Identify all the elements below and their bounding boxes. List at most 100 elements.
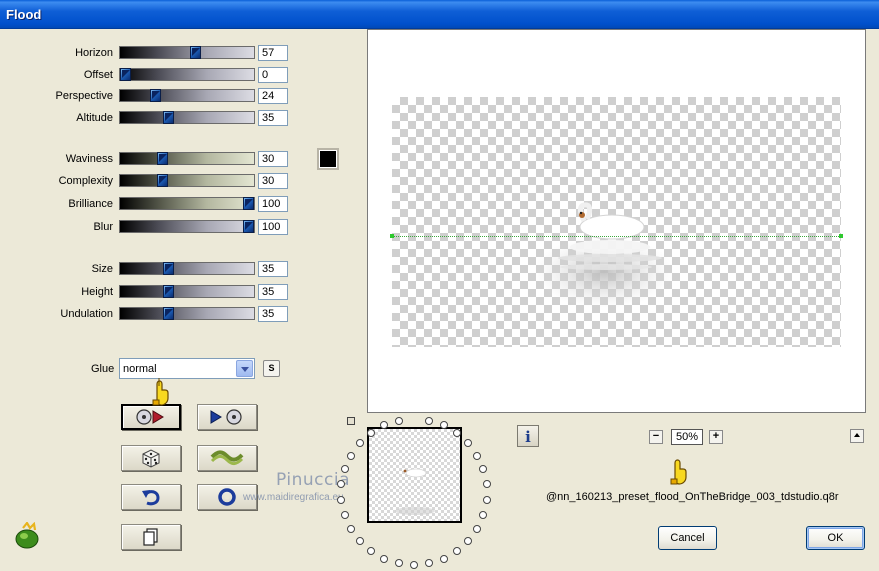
- brilliance-value-field[interactable]: 100: [258, 196, 288, 212]
- size-slider[interactable]: [119, 262, 255, 275]
- altitude-label: Altitude: [76, 112, 113, 124]
- minus-icon: −: [652, 430, 660, 442]
- dial-dot[interactable]: [355, 536, 364, 545]
- seed-button[interactable]: S: [263, 360, 280, 377]
- randomize-button[interactable]: [121, 445, 181, 471]
- dial-dot[interactable]: [355, 439, 364, 448]
- dial-dot[interactable]: [464, 536, 473, 545]
- dial-dot[interactable]: [394, 416, 403, 425]
- brilliance-slider-thumb[interactable]: [243, 197, 254, 210]
- waviness-slider-thumb[interactable]: [157, 152, 168, 165]
- navigator-handle[interactable]: [347, 417, 355, 425]
- horizon-line[interactable]: [392, 236, 841, 237]
- height-value-field[interactable]: 35: [258, 284, 288, 300]
- perspective-label: Perspective: [55, 90, 113, 102]
- dial-dot[interactable]: [425, 559, 434, 568]
- perspective-slider[interactable]: [119, 89, 255, 102]
- dial-dot[interactable]: [337, 495, 346, 504]
- offset-value-field[interactable]: 0: [258, 67, 288, 83]
- dice-icon: [142, 449, 160, 468]
- horizon-value-field[interactable]: 57: [258, 45, 288, 61]
- window-title: Flood: [6, 7, 42, 22]
- blur-slider-thumb[interactable]: [243, 220, 254, 233]
- dial-dot[interactable]: [394, 559, 403, 568]
- reset-button[interactable]: [121, 484, 181, 510]
- dial-dot[interactable]: [346, 451, 355, 460]
- size-value-field[interactable]: 35: [258, 261, 288, 277]
- dial-dot[interactable]: [346, 524, 355, 533]
- dial-dot[interactable]: [479, 510, 488, 519]
- size-slider-thumb[interactable]: [163, 262, 174, 275]
- horizon-label: Horizon: [75, 47, 113, 59]
- watermark-url: www.maidiregrafica.eu: [243, 492, 344, 503]
- horizon-slider-thumb[interactable]: [190, 46, 201, 59]
- dial-dot[interactable]: [380, 554, 389, 563]
- info-button[interactable]: i: [517, 425, 539, 447]
- zoom-level: 50%: [671, 429, 703, 445]
- blur-value-field[interactable]: 100: [258, 219, 288, 235]
- waviness-label: Waviness: [65, 153, 113, 165]
- zoom-in-button[interactable]: +: [709, 430, 723, 444]
- height-slider[interactable]: [119, 285, 255, 298]
- height-label: Height: [81, 286, 113, 298]
- altitude-slider[interactable]: [119, 111, 255, 124]
- preset-forward-button[interactable]: [197, 404, 257, 430]
- dial-dot[interactable]: [410, 561, 418, 569]
- waviness-slider[interactable]: [119, 152, 255, 165]
- altitude-slider-thumb[interactable]: [163, 111, 174, 124]
- dial-dot[interactable]: [367, 547, 376, 556]
- title-bar[interactable]: Flood: [0, 0, 879, 29]
- dialog-body: Horizon 57 Offset 0 Perspective 24 Altitude 35 W…: [0, 29, 879, 571]
- complexity-slider[interactable]: [119, 174, 255, 187]
- dial-dot[interactable]: [439, 421, 448, 430]
- dial-dot[interactable]: [452, 547, 461, 556]
- brilliance-slider[interactable]: [119, 197, 255, 210]
- color-swatch[interactable]: [317, 148, 339, 170]
- altitude-value-field[interactable]: 35: [258, 110, 288, 126]
- dial-dot[interactable]: [340, 510, 349, 519]
- collapse-button[interactable]: [850, 429, 864, 443]
- offset-slider[interactable]: [119, 68, 255, 81]
- undulation-slider[interactable]: [119, 307, 255, 320]
- wave-button[interactable]: [197, 445, 257, 471]
- undulation-slider-thumb[interactable]: [163, 307, 174, 320]
- undo-arrow-icon: [142, 490, 160, 506]
- horizon-slider[interactable]: [119, 46, 255, 59]
- horizon-handle-right[interactable]: [839, 234, 843, 238]
- pointing-hand-icon: [152, 378, 169, 406]
- dial-dot[interactable]: [479, 465, 488, 474]
- complexity-slider-thumb[interactable]: [157, 174, 168, 187]
- undulation-value-field[interactable]: 35: [258, 306, 288, 322]
- dial-dot[interactable]: [439, 554, 448, 563]
- dial-dot[interactable]: [452, 428, 461, 437]
- main-preview[interactable]: [367, 29, 866, 413]
- complexity-label: Complexity: [58, 175, 113, 187]
- swan-thumbnail: [395, 468, 435, 515]
- dial-dot[interactable]: [473, 524, 482, 533]
- dial-dot[interactable]: [473, 451, 482, 460]
- app-logo-icon: [15, 522, 39, 549]
- copy-button[interactable]: [121, 524, 181, 550]
- chevron-down-icon[interactable]: [236, 360, 253, 377]
- dial-dot[interactable]: [367, 428, 376, 437]
- dial-dot[interactable]: [425, 416, 434, 425]
- complexity-value-field[interactable]: 30: [258, 173, 288, 189]
- blur-slider[interactable]: [119, 220, 255, 233]
- dial-dot[interactable]: [482, 480, 491, 489]
- offset-slider-thumb[interactable]: [120, 68, 131, 81]
- dial-dot[interactable]: [482, 495, 491, 504]
- zoom-out-button[interactable]: −: [649, 430, 663, 444]
- perspective-value-field[interactable]: 24: [258, 88, 288, 104]
- height-slider-thumb[interactable]: [163, 285, 174, 298]
- navigator-preview[interactable]: [367, 427, 462, 523]
- glue-select[interactable]: normal: [119, 358, 255, 379]
- horizon-handle-left[interactable]: [390, 234, 394, 238]
- undulation-label: Undulation: [60, 308, 113, 320]
- preset-filename: @nn_160213_preset_flood_OnTheBridge_003_…: [546, 491, 839, 503]
- perspective-slider-thumb[interactable]: [150, 89, 161, 102]
- ok-button[interactable]: OK: [806, 526, 865, 550]
- waviness-value-field[interactable]: 30: [258, 151, 288, 167]
- swan-image: [534, 202, 674, 308]
- cancel-button[interactable]: Cancel: [658, 526, 717, 550]
- dial-dot[interactable]: [464, 439, 473, 448]
